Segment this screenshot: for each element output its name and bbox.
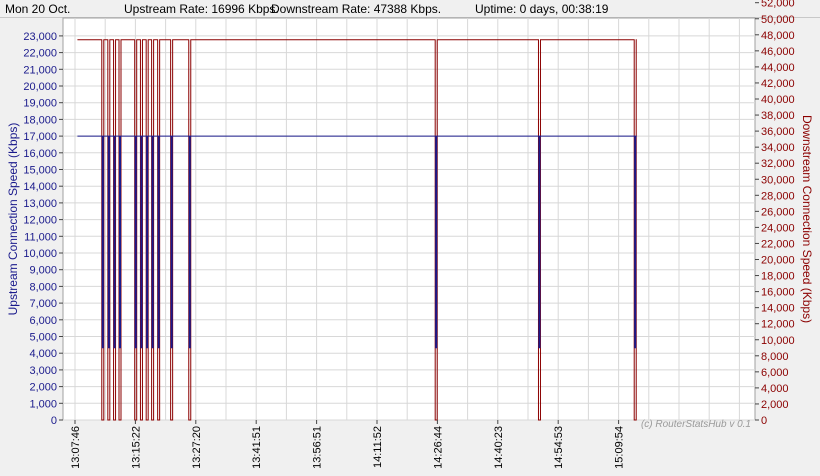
right-tick-label-25: 50,000 xyxy=(761,14,795,26)
plot-area xyxy=(62,17,756,421)
left-tick-label-23: 23,000 xyxy=(23,31,57,43)
right-tick-label-23: 46,000 xyxy=(761,46,795,58)
x-tick-label-5: 14:11:52 xyxy=(372,426,384,468)
x-tick-label-4: 13:56:51 xyxy=(312,426,324,469)
right-tick-label-15: 30,000 xyxy=(761,174,795,186)
left-tick-label-6: 6,000 xyxy=(29,315,57,327)
right-tick-label-13: 26,000 xyxy=(761,206,795,218)
right-axis-title: Downstream Connection Speed (Kbps) xyxy=(800,115,814,323)
right-tick-label-16: 32,000 xyxy=(761,158,795,170)
x-tick-label-6: 14:26:44 xyxy=(432,426,444,469)
left-tick-label-19: 19,000 xyxy=(23,98,57,110)
left-tick-label-4: 4,000 xyxy=(29,348,57,360)
left-tick-label-0: 0 xyxy=(51,415,57,427)
right-tick-label-19: 38,000 xyxy=(761,110,795,122)
left-tick-label-2: 2,000 xyxy=(29,382,57,394)
left-tick-label-21: 21,000 xyxy=(23,64,57,76)
left-tick-label-3: 3,000 xyxy=(29,365,57,377)
right-tick-label-8: 16,000 xyxy=(761,287,795,299)
watermark-text: (c) RouterStatsHub v 0.1 xyxy=(641,419,751,430)
left-tick-label-17: 17,000 xyxy=(23,131,57,143)
right-tick-label-3: 6,000 xyxy=(761,367,789,379)
right-tick-label-18: 36,000 xyxy=(761,126,795,138)
right-tick-label-12: 24,000 xyxy=(761,222,795,234)
left-tick-label-14: 14,000 xyxy=(23,181,57,193)
left-tick-label-22: 22,000 xyxy=(23,48,57,60)
left-tick-label-18: 18,000 xyxy=(23,114,57,126)
right-tick-label-0: 0 xyxy=(761,415,767,427)
right-axis-ticks: 0 2,000 4,000 6,000 8,000 10,000 12,000 14,000 1… xyxy=(755,0,795,427)
right-tick-label-1: 2,000 xyxy=(761,399,789,411)
left-tick-label-13: 13,000 xyxy=(23,198,57,210)
left-tick-label-10: 10,000 xyxy=(23,248,57,260)
x-tick-label-9: 15:09:54 xyxy=(614,426,626,469)
connection-speed-chart: 0 1,000 2,000 3,000 4,000 5,000 6,000 7,000 8,00… xyxy=(6,0,814,469)
left-axis-ticks: 0 1,000 2,000 3,000 4,000 5,000 6,000 7,000 8,00… xyxy=(23,31,63,427)
left-tick-label-1: 1,000 xyxy=(29,398,57,410)
left-tick-label-15: 15,000 xyxy=(23,165,57,177)
right-tick-label-2: 4,000 xyxy=(761,383,789,395)
left-axis-title: Upstream Connection Speed (Kbps) xyxy=(6,123,20,316)
left-tick-label-11: 11,000 xyxy=(24,231,57,243)
right-tick-label-6: 12,000 xyxy=(761,319,795,331)
left-tick-label-12: 12,000 xyxy=(23,215,57,227)
x-tick-label-0: 13:07:46 xyxy=(70,426,82,469)
x-axis-ticks: 13:07:46 13:15:22 13:27:20 13:41:51 13:56:51… xyxy=(70,420,626,469)
right-tick-label-5: 10,000 xyxy=(761,335,795,347)
right-tick-label-17: 34,000 xyxy=(761,142,795,154)
right-tick-label-7: 14,000 xyxy=(761,303,795,315)
x-tick-label-7: 14:40:23 xyxy=(493,426,505,469)
right-tick-label-20: 40,000 xyxy=(761,94,795,106)
left-tick-label-7: 7,000 xyxy=(29,298,57,310)
x-tick-label-3: 13:41:51 xyxy=(251,426,263,469)
right-tick-label-21: 42,000 xyxy=(761,78,795,90)
x-tick-label-8: 14:54:53 xyxy=(553,426,565,469)
right-tick-label-10: 20,000 xyxy=(761,255,795,267)
right-tick-label-4: 8,000 xyxy=(761,351,789,363)
x-tick-label-2: 13:27:20 xyxy=(191,426,203,469)
router-stats-window: Mon 20 Oct. Upstream Rate: 16996 Kbps. D… xyxy=(0,0,820,476)
left-tick-label-5: 5,000 xyxy=(29,332,57,344)
right-tick-label-26: 52,000 xyxy=(761,0,795,10)
left-tick-label-9: 9,000 xyxy=(29,265,57,277)
right-tick-label-9: 18,000 xyxy=(761,271,795,283)
right-tick-label-24: 48,000 xyxy=(761,30,795,42)
left-tick-label-16: 16,000 xyxy=(23,148,57,160)
left-tick-label-20: 20,000 xyxy=(23,81,57,93)
right-tick-label-22: 44,000 xyxy=(761,62,795,74)
right-tick-label-11: 22,000 xyxy=(761,238,795,250)
right-tick-label-14: 28,000 xyxy=(761,190,795,202)
left-tick-label-8: 8,000 xyxy=(29,281,57,293)
x-tick-label-1: 13:15:22 xyxy=(130,426,142,469)
